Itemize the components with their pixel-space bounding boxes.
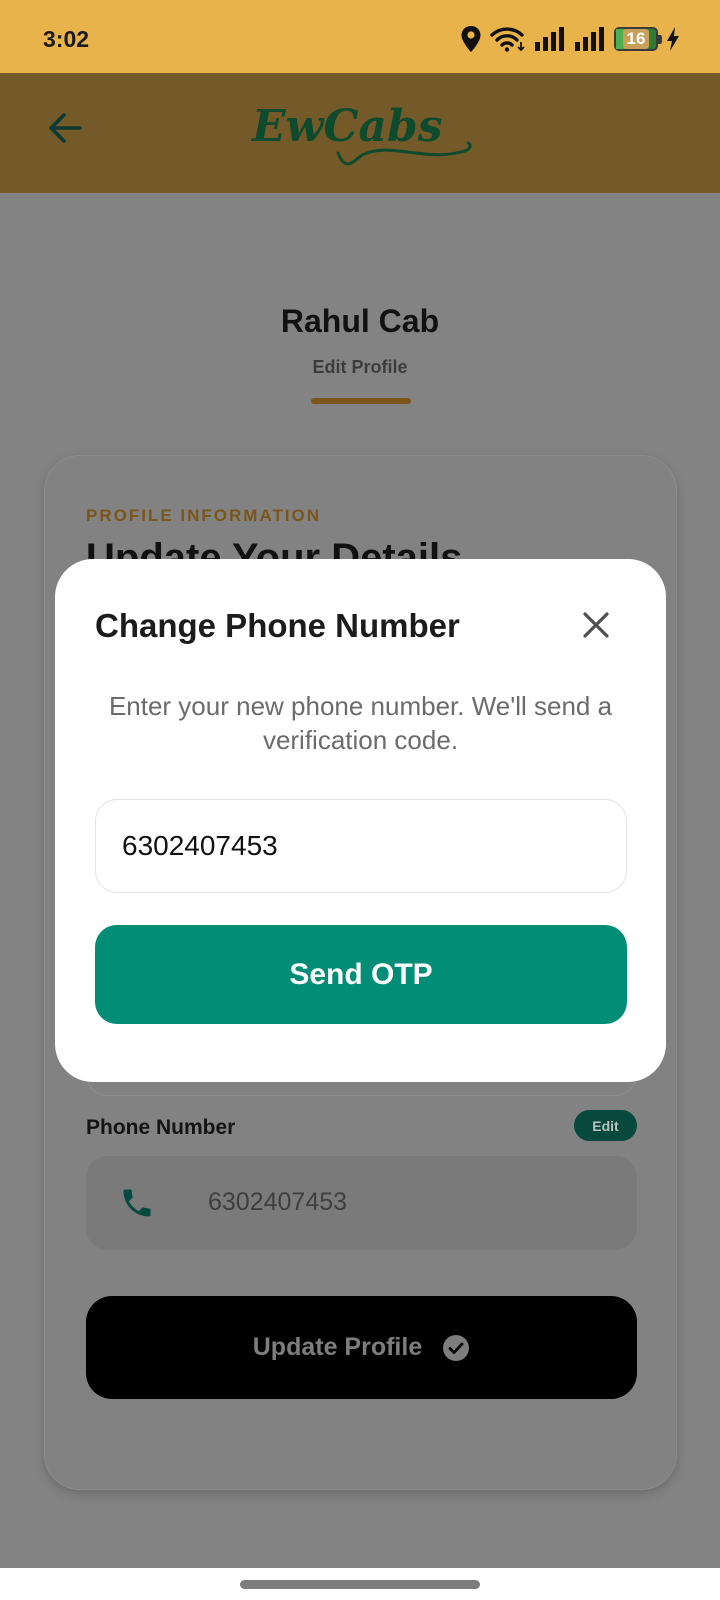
logo-text: EwCabs [250,101,442,152]
update-profile-label: Update Profile [252,1333,423,1361]
location-icon [460,25,482,53]
status-icons: 16 [460,24,680,54]
phone-number-field[interactable]: 6302407453 [86,1156,637,1250]
phone-number-label: Phone Number [86,1116,236,1139]
change-phone-dialog: Change Phone Number Enter your new phone… [55,559,666,1082]
close-icon [583,612,609,638]
driver-name: Rahul Cab [280,303,440,339]
phone-number-value: 6302407453 [208,1188,348,1216]
dialog-description: Enter your new phone number. We'll send … [108,691,613,755]
battery-level: 16 [622,29,650,49]
home-indicator[interactable] [240,1580,480,1589]
send-otp-button[interactable]: Send OTP [95,925,627,1024]
app-header: EwCabs [0,73,720,193]
page-subtitle: Edit Profile [312,357,408,377]
charging-icon [666,26,680,52]
wifi-icon [490,26,526,52]
back-button[interactable] [40,103,90,153]
title-underline [311,398,411,404]
battery-icon: 16 [614,27,662,51]
check-circle-icon [443,1334,470,1361]
new-phone-input[interactable] [95,799,627,893]
close-button[interactable] [576,605,616,645]
signal-icon [574,26,606,52]
app-logo: EwCabs [250,93,480,183]
status-time: 3:02 [43,26,90,52]
section-label: PROFILE INFORMATION [86,506,322,525]
dialog-title: Change Phone Number [95,607,460,644]
signal-icon [534,26,566,52]
status-bar: 3:02 16 [0,0,720,73]
phone-icon [119,1185,155,1221]
system-nav-bar [0,1568,720,1600]
arrow-left-icon [49,113,82,143]
edit-phone-button[interactable]: Edit [574,1110,637,1141]
update-profile-button[interactable]: Update Profile [86,1296,637,1399]
